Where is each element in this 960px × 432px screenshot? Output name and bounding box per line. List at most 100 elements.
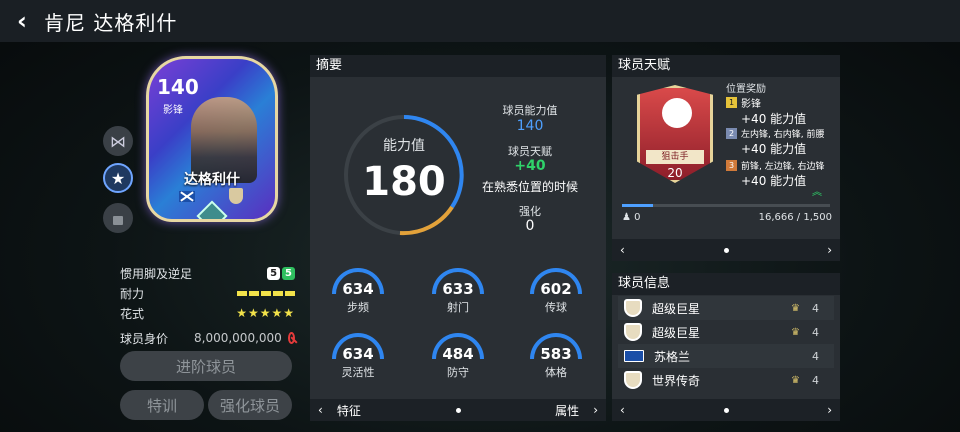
info-row-name: 世界传奇: [652, 373, 701, 388]
back-arrow-icon[interactable]: ‹: [0, 7, 44, 35]
bonus-title: 位置奖励: [726, 84, 766, 95]
page-title: 肯尼 达格利什: [44, 10, 178, 35]
crown-icon: ♛: [791, 374, 800, 386]
stamina-label: 耐力: [120, 286, 145, 301]
stat-physical: 583 体格: [528, 333, 584, 380]
next-arrow-icon[interactable]: ›: [827, 243, 832, 257]
info-row-level: 4: [812, 301, 819, 315]
summary-panel: 摘要 能力值 180 球员能力值 140 球员天赋 +40 在熟悉位置的时候 强…: [310, 55, 606, 421]
top-bar: ‹ 肯尼 达格利什: [0, 0, 960, 42]
star-icon: ★: [110, 168, 126, 188]
traits-tab[interactable]: 特征: [337, 402, 361, 419]
stat-value: 634: [342, 280, 374, 298]
talent-progress-track: [622, 204, 830, 207]
enhance-label: 强化: [519, 205, 541, 218]
stat-shooting: 633 射门: [430, 268, 486, 315]
ovr-label: 能力值: [383, 138, 425, 154]
player-card[interactable]: 140 影锋 达格利什: [146, 56, 278, 222]
stat-passing: 602 传球: [528, 268, 584, 315]
stat-defending: 484 防守: [430, 333, 486, 380]
talent-exp: 16,666 / 1,500: [758, 212, 832, 223]
stat-label: 体格: [545, 366, 567, 379]
lock-button[interactable]: [103, 203, 133, 233]
prev-arrow-icon[interactable]: ‹: [318, 403, 323, 417]
info-row-superstar[interactable]: 超级巨星 ♛ 4: [618, 296, 834, 320]
bonus-positions: 影锋: [741, 99, 761, 110]
foot-row: 惯用脚及逆足 5 5: [120, 264, 295, 282]
next-arrow-icon[interactable]: ›: [827, 403, 832, 417]
stamina-bar-segment: [237, 290, 247, 296]
share-icon: ⋈: [110, 131, 126, 151]
stat-value: 602: [540, 280, 572, 298]
stamina-row: 耐力: [120, 284, 295, 302]
player-info-title: 球员信息: [612, 273, 840, 295]
page-dot: [723, 247, 729, 253]
world-legend-icon: [624, 371, 642, 389]
bonus-item: 2 左内锋, 右内锋, 前腰 +40 能力值: [726, 127, 838, 157]
crown-icon: ♛: [791, 302, 800, 314]
talent-desc: 在熟悉位置的时候: [481, 180, 578, 194]
stat-label: 防守: [447, 366, 469, 379]
scotland-flag-icon: [179, 191, 195, 202]
stat-label: 传球: [545, 301, 567, 314]
bonus-rank-badge: 1: [726, 97, 737, 108]
bonus-value: +40 能力值: [741, 112, 807, 126]
bonus-value: +40 能力值: [741, 174, 807, 188]
info-row-name: 超级巨星: [652, 325, 701, 340]
crown-icon: ♛: [791, 326, 800, 338]
talent-progress-fill: [622, 204, 654, 207]
talent-badge[interactable]: 狙击手 20: [637, 85, 713, 183]
weak-foot-badge: 5: [282, 266, 295, 280]
skill-label: 花式: [120, 306, 145, 321]
info-row-scotland[interactable]: 苏格兰 4: [618, 344, 834, 368]
info-row-name: 超级巨星: [652, 301, 701, 316]
bonus-positions: 前锋, 左边锋, 右边锋: [741, 162, 825, 172]
attributes-tab[interactable]: 属性: [555, 402, 579, 419]
advance-player-button[interactable]: 进阶球员: [120, 351, 292, 381]
train-button[interactable]: 特训: [120, 390, 204, 420]
superstar-icon: [624, 299, 642, 317]
card-player-name: 达格利什: [184, 172, 240, 188]
favorite-button[interactable]: ★: [103, 163, 133, 193]
info-row-level: 4: [812, 373, 819, 387]
stat-value: 484: [442, 345, 474, 363]
stamina-bar-segment: [285, 290, 295, 296]
info-row-world-legend[interactable]: 世界传奇 ♛ 4: [618, 368, 834, 392]
talent-count: ♟ 0: [622, 212, 641, 223]
stamina-bar-segment: [273, 290, 283, 296]
next-arrow-icon[interactable]: ›: [593, 403, 598, 417]
share-button[interactable]: ⋈: [103, 126, 133, 156]
stat-value: 583: [540, 345, 572, 363]
ovr-value: 180: [362, 159, 446, 205]
upgrade-chevron-icon: ︽: [812, 187, 822, 198]
value-label: 球员身价: [120, 331, 169, 346]
player-info-footer: ‹ ›: [612, 399, 840, 421]
info-row-level: 4: [812, 325, 819, 339]
info-row-superstar[interactable]: 超级巨星 ♛ 4: [618, 320, 834, 344]
stat-label: 灵活性: [341, 366, 375, 379]
skill-row: 花式 ★★★★★: [120, 304, 295, 322]
bonus-positions: 左内锋, 右内锋, 前腰: [741, 130, 825, 140]
card-rating: 140: [157, 75, 199, 99]
stat-pace: 634 步频: [330, 268, 386, 315]
stat-value: 634: [342, 345, 374, 363]
strong-foot-badge: 5: [267, 266, 281, 280]
skill-stars: ★★★★★: [236, 306, 295, 320]
striker-icon: [662, 98, 692, 128]
talent-count-value: 0: [634, 212, 641, 223]
club-crest-icon: [229, 188, 243, 204]
enhance-value: 0: [525, 218, 535, 234]
stat-value: 633: [442, 280, 474, 298]
talent-bonus: +40: [514, 158, 546, 174]
talent-label: 球员天赋: [508, 145, 552, 158]
enhance-player-button[interactable]: 强化球员: [208, 390, 292, 420]
lock-icon: [113, 215, 123, 225]
bonus-value: +40 能力值: [741, 142, 807, 156]
card-position: 影锋: [163, 105, 183, 116]
page-dot: [723, 407, 729, 413]
stamina-bar-segment: [249, 290, 259, 296]
superstar-icon: [624, 323, 642, 341]
stat-label: 步频: [347, 301, 369, 314]
bonus-rank-badge: 2: [726, 128, 737, 139]
ability-value: 140: [516, 118, 544, 134]
